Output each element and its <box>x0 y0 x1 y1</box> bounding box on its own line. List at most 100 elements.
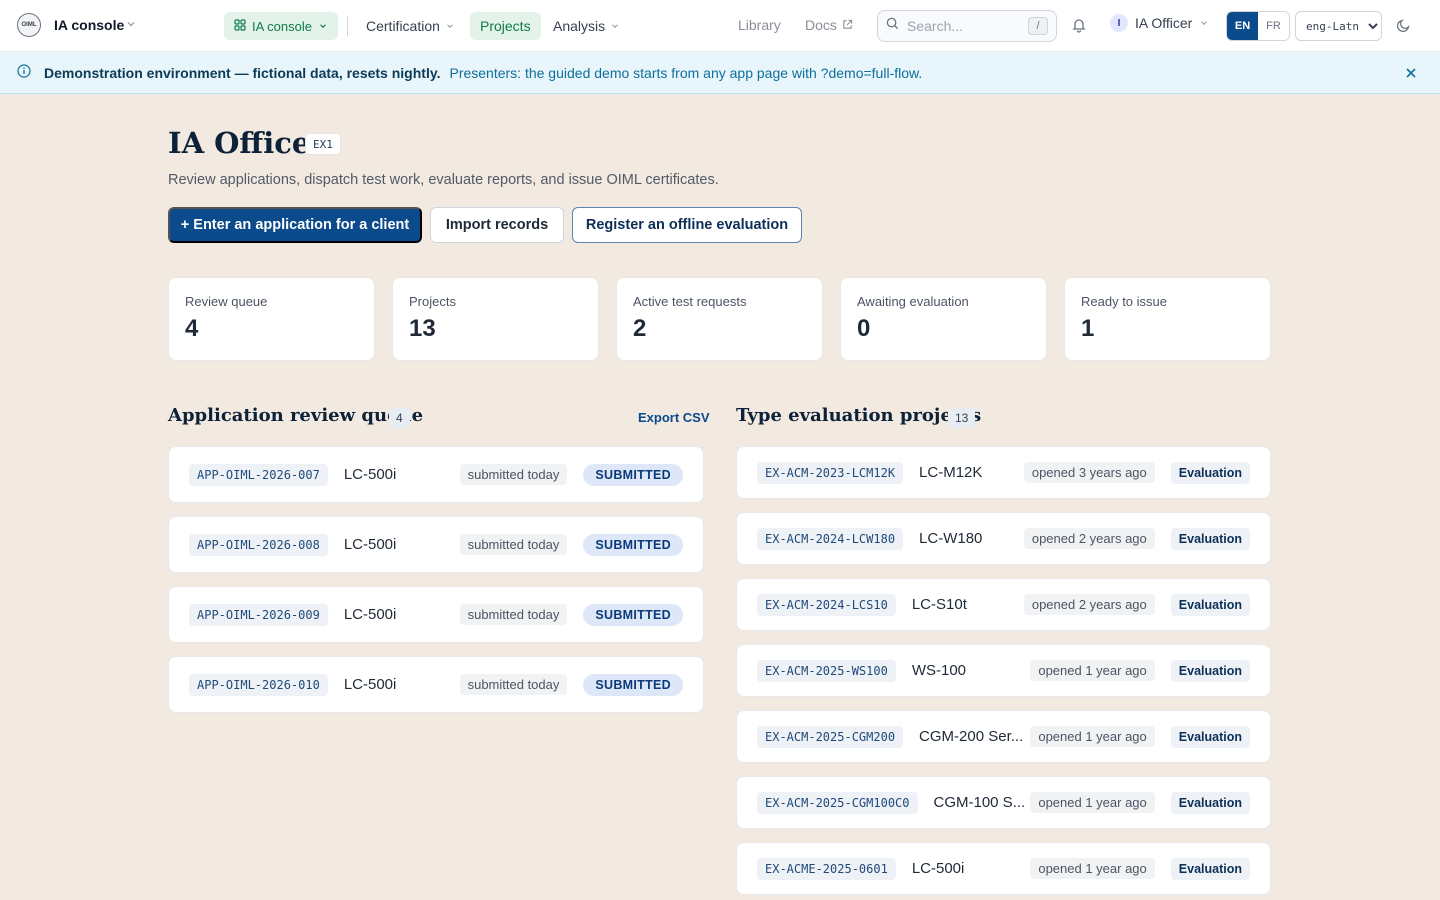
top-bar: OIML IA console IA console Certification… <box>0 0 1440 52</box>
lang-fr-button[interactable]: FR <box>1258 12 1289 40</box>
table-row[interactable]: APP-OIML-2026-010 LC-500i submitted toda… <box>168 656 704 713</box>
stat-value: 4 <box>185 315 199 342</box>
stat-value: 2 <box>633 315 647 342</box>
nav-certification-label: Certification <box>366 18 440 34</box>
opened-time: opened 1 year ago <box>1030 726 1155 747</box>
list-item[interactable]: EX-ACME-2025-0601 LC-500i opened 1 year … <box>736 842 1271 895</box>
demo-banner: Demonstration environment — fictional da… <box>0 52 1440 94</box>
moon-icon[interactable] <box>1396 17 1412 38</box>
model-name: LC-500i <box>911 860 965 877</box>
export-csv-link[interactable]: Export CSV <box>638 410 710 425</box>
banner-heading: Demonstration environment — fictional da… <box>44 64 441 81</box>
library-link[interactable]: Library <box>738 17 781 33</box>
nav-projects[interactable]: Projects <box>470 12 541 40</box>
search-icon <box>886 17 899 35</box>
submitted-time: submitted today <box>459 534 568 555</box>
model-name: LC-M12K <box>919 464 983 481</box>
table-row[interactable]: APP-OIML-2026-009 LC-500i submitted toda… <box>168 586 704 643</box>
stat-card-active-test-requests[interactable]: Active test requests 2 <box>616 277 823 361</box>
phase-badge: Evaluation <box>1170 461 1250 484</box>
stat-value: 13 <box>409 315 436 342</box>
logo-icon[interactable]: OIML <box>17 13 41 37</box>
model-name: LC-500i <box>343 676 397 693</box>
nav-projects-label: Projects <box>480 18 531 34</box>
search-input[interactable] <box>907 18 1017 34</box>
project-code[interactable]: EX-ACM-2024-LCW180 <box>757 527 904 550</box>
project-code[interactable]: EX-ACM-2023-LCM12K <box>757 461 904 484</box>
table-row[interactable]: APP-OIML-2026-007 LC-500i submitted toda… <box>168 446 704 503</box>
list-item[interactable]: EX-ACM-2023-LCM12K LC-M12K opened 3 year… <box>736 446 1271 499</box>
opened-time: opened 2 years ago <box>1023 594 1155 615</box>
opened-time: opened 1 year ago <box>1030 858 1155 879</box>
model-name: WS-100 <box>911 662 967 679</box>
bell-icon[interactable] <box>1071 17 1087 38</box>
enter-application-button[interactable]: + Enter an application for a client <box>168 207 422 243</box>
language-toggle: EN FR <box>1226 11 1290 41</box>
page-subtitle: Review applications, dispatch test work,… <box>168 172 719 188</box>
list-item[interactable]: EX-ACM-2025-WS100 WS-100 opened 1 year a… <box>736 644 1271 697</box>
list-item[interactable]: EX-ACM-2024-LCW180 LC-W180 opened 2 year… <box>736 512 1271 565</box>
divider <box>347 16 348 36</box>
user-menu[interactable]: I IA Officer <box>1110 14 1209 32</box>
projects-title: Type evaluation projects <box>736 405 982 426</box>
application-code[interactable]: APP-OIML-2026-009 <box>189 603 328 626</box>
stat-card-awaiting-evaluation[interactable]: Awaiting evaluation 0 <box>840 277 1047 361</box>
opened-time: opened 1 year ago <box>1030 660 1155 681</box>
stat-label: Review queue <box>185 294 268 309</box>
context-switcher-button[interactable]: IA console <box>224 12 338 40</box>
user-name: IA Officer <box>1135 15 1193 31</box>
stat-label: Awaiting evaluation <box>857 294 969 309</box>
nav-analysis[interactable]: Analysis <box>543 12 630 40</box>
app-name[interactable]: IA console <box>54 17 124 33</box>
project-code[interactable]: EX-ACM-2025-CGM100C0 <box>757 791 918 814</box>
nav-certification[interactable]: Certification <box>356 12 465 40</box>
docs-link[interactable]: Docs <box>805 17 853 33</box>
model-name: CGM-200 Ser... <box>919 728 1024 745</box>
script-select[interactable]: eng-Latn <box>1295 11 1382 41</box>
phase-badge: Evaluation <box>1170 857 1250 880</box>
status-badge: SUBMITTED <box>583 533 683 556</box>
chevron-down-icon <box>1199 15 1209 31</box>
project-code[interactable]: EX-ACM-2025-CGM200 <box>757 725 904 748</box>
phase-badge: Evaluation <box>1170 659 1250 682</box>
phase-badge: Evaluation <box>1170 791 1250 814</box>
register-offline-evaluation-button[interactable]: Register an offline evaluation <box>572 207 802 243</box>
application-code[interactable]: APP-OIML-2026-007 <box>189 463 328 486</box>
model-name: LC-500i <box>343 536 397 553</box>
close-icon[interactable] <box>1404 66 1418 83</box>
search-box[interactable]: / <box>877 10 1057 42</box>
chevron-down-icon <box>610 18 620 34</box>
phase-badge: Evaluation <box>1170 593 1250 616</box>
opened-time: opened 1 year ago <box>1030 792 1155 813</box>
import-records-button[interactable]: Import records <box>430 207 564 243</box>
list-item[interactable]: EX-ACM-2025-CGM200 CGM-200 Ser... opened… <box>736 710 1271 763</box>
model-name: LC-W180 <box>919 530 983 547</box>
list-item[interactable]: EX-ACM-2025-CGM100C0 CGM-100 S... opened… <box>736 776 1271 829</box>
project-code[interactable]: EX-ACM-2025-WS100 <box>757 659 896 682</box>
stat-card-review-queue[interactable]: Review queue 4 <box>168 277 375 361</box>
context-switcher-label: IA console <box>252 18 312 34</box>
stat-label: Ready to issue <box>1081 294 1167 309</box>
model-name: LC-S10t <box>911 596 967 613</box>
project-code[interactable]: EX-ACM-2024-LCS10 <box>757 593 896 616</box>
project-code[interactable]: EX-ACME-2025-0601 <box>757 857 896 880</box>
lang-en-button[interactable]: EN <box>1227 12 1258 40</box>
nav-analysis-label: Analysis <box>553 18 606 34</box>
stat-value: 1 <box>1081 315 1095 342</box>
stat-card-ready-to-issue[interactable]: Ready to issue 1 <box>1064 277 1271 361</box>
table-row[interactable]: APP-OIML-2026-008 LC-500i submitted toda… <box>168 516 704 573</box>
page-title: IA Officer <box>168 126 326 160</box>
status-badge: SUBMITTED <box>583 673 683 696</box>
avatar: I <box>1110 14 1128 32</box>
application-code[interactable]: APP-OIML-2026-010 <box>189 673 328 696</box>
stat-card-projects[interactable]: Projects 13 <box>392 277 599 361</box>
list-item[interactable]: EX-ACM-2024-LCS10 LC-S10t opened 2 years… <box>736 578 1271 631</box>
submitted-time: submitted today <box>459 464 568 485</box>
model-name: LC-500i <box>343 606 397 623</box>
review-queue-title: Application review queue <box>168 405 424 426</box>
status-badge: SUBMITTED <box>583 463 683 486</box>
phase-badge: Evaluation <box>1170 725 1250 748</box>
application-code[interactable]: APP-OIML-2026-008 <box>189 533 328 556</box>
chevron-down-icon <box>318 19 328 34</box>
chevron-down-icon[interactable] <box>125 17 137 35</box>
